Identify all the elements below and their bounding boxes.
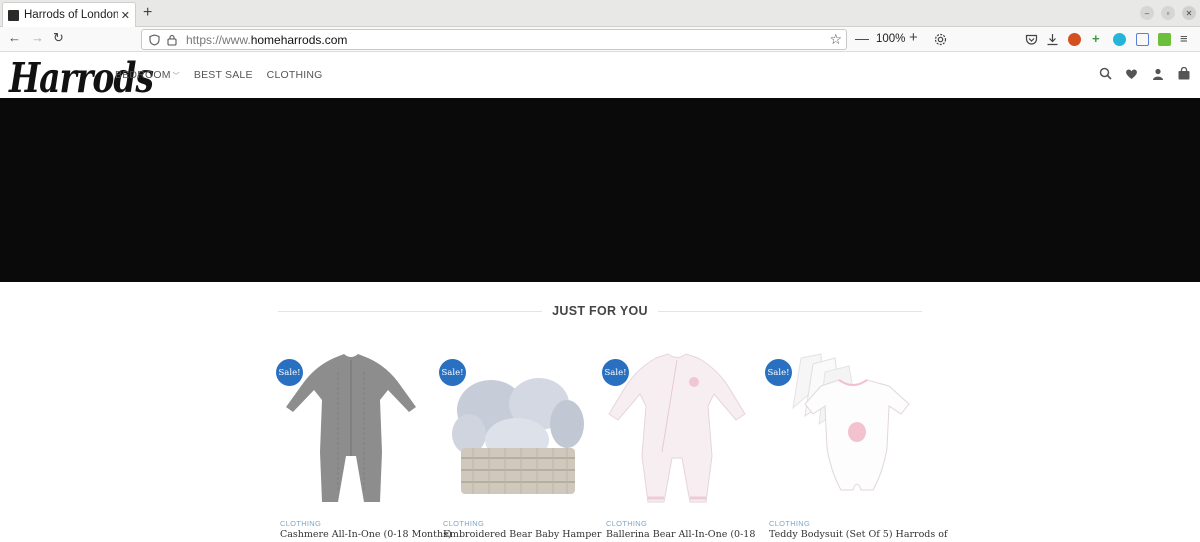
sale-badge: Sale! <box>602 359 629 386</box>
product-category[interactable]: CLOTHING <box>606 519 647 528</box>
zoom-level[interactable]: 100% <box>876 33 905 45</box>
product-card[interactable]: Sale! CLOTHING Embroidered Bear Baby Ham… <box>439 352 601 542</box>
extension-cyan-icon[interactable] <box>1113 33 1126 46</box>
user-icon[interactable] <box>1151 67 1164 80</box>
lock-icon[interactable] <box>166 34 178 46</box>
settings-gear-icon[interactable] <box>934 33 947 46</box>
extension-plus-icon[interactable]: + <box>1092 32 1105 46</box>
nav-item-bedroom[interactable]: BEDROOM ﹀ <box>115 69 180 81</box>
url-text: https://www.homeharrods.com <box>186 32 348 47</box>
shopping-bag-icon[interactable] <box>1177 67 1190 80</box>
new-tab-button[interactable]: + <box>143 4 152 22</box>
product-name[interactable]: Embroidered Bear Baby Hamper <box>443 529 601 540</box>
product-card[interactable]: Sale! CLOTHING Cashmere All-In-One (0-18… <box>276 352 452 542</box>
forward-arrow-icon[interactable]: → <box>31 30 44 45</box>
browser-tab[interactable]: Harrods of London | Buy ✕ <box>2 2 136 27</box>
product-category[interactable]: CLOTHING <box>280 519 321 528</box>
chevron-down-icon: ﹀ <box>172 73 180 80</box>
product-name[interactable]: Cashmere All-In-One (0-18 Months) <box>280 529 452 540</box>
browser-tab-bar: Harrods of London | Buy ✕ + – ▫ ✕ <box>0 0 1200 27</box>
nav-item-clothing[interactable]: CLOTHING <box>267 69 323 81</box>
back-arrow-icon[interactable]: ← <box>8 30 21 45</box>
section-title: JUST FOR YOU <box>552 304 648 318</box>
restore-icon[interactable]: ▫ <box>1161 6 1175 20</box>
product-grid: Sale! CLOTHING Cashmere All-In-One (0-18… <box>276 352 948 542</box>
extension-grid-icon[interactable] <box>1136 33 1149 46</box>
pocket-icon[interactable] <box>1025 33 1038 46</box>
tab-close-icon[interactable]: ✕ <box>121 9 130 22</box>
sale-badge: Sale! <box>765 359 792 386</box>
section-header: JUST FOR YOU <box>278 300 922 322</box>
product-name[interactable]: Ballerina Bear All-In-One (0-18 <box>606 529 755 540</box>
product-category[interactable]: CLOTHING <box>443 519 484 528</box>
product-category[interactable]: CLOTHING <box>769 519 810 528</box>
tab-title: Harrods of London | Buy <box>24 9 118 21</box>
download-icon[interactable] <box>1046 33 1059 46</box>
nav-item-best-sale[interactable]: BEST SALE <box>194 69 253 81</box>
divider <box>278 310 543 312</box>
sale-badge: Sale! <box>276 359 303 386</box>
url-bar[interactable]: https://www.homeharrods.com ☆ <box>141 29 847 50</box>
shield-icon[interactable] <box>148 33 160 46</box>
divider <box>657 310 922 312</box>
hamburger-menu-icon[interactable]: ≡ <box>1180 32 1193 46</box>
sale-badge: Sale! <box>439 359 466 386</box>
browser-nav-bar: ← → ↻ https://www.homeharrods.com ☆ — 10… <box>0 27 1200 52</box>
site-header: Harrods BEDROOM ﹀ BEST SALE CLOTHING <box>0 52 1200 102</box>
extension-green-icon[interactable] <box>1158 33 1171 46</box>
search-icon[interactable] <box>1099 67 1112 80</box>
heart-icon[interactable] <box>1125 67 1138 80</box>
header-icons <box>1099 67 1190 80</box>
product-name[interactable]: Teddy Bodysuit (Set Of 5) Harrods of <box>769 529 948 540</box>
reload-icon[interactable]: ↻ <box>53 30 64 46</box>
minimize-icon[interactable]: – <box>1140 6 1154 20</box>
zoom-out-button[interactable]: — <box>855 30 869 46</box>
extension-orange-icon[interactable] <box>1068 33 1081 46</box>
window-close-icon[interactable]: ✕ <box>1182 6 1196 20</box>
main-nav: BEDROOM ﹀ BEST SALE CLOTHING <box>115 69 323 81</box>
harrods-favicon-icon <box>8 9 19 21</box>
zoom-in-button[interactable]: + <box>909 29 918 46</box>
product-card[interactable]: Sale! CLOTHING Ballerina Bear All-In-One… <box>602 352 755 542</box>
hero-banner <box>0 98 1200 282</box>
product-card[interactable]: Sale! CLOTHING Teddy Bodysuit (Set Of 5)… <box>765 352 948 542</box>
bookmark-star-icon[interactable]: ☆ <box>829 31 842 48</box>
